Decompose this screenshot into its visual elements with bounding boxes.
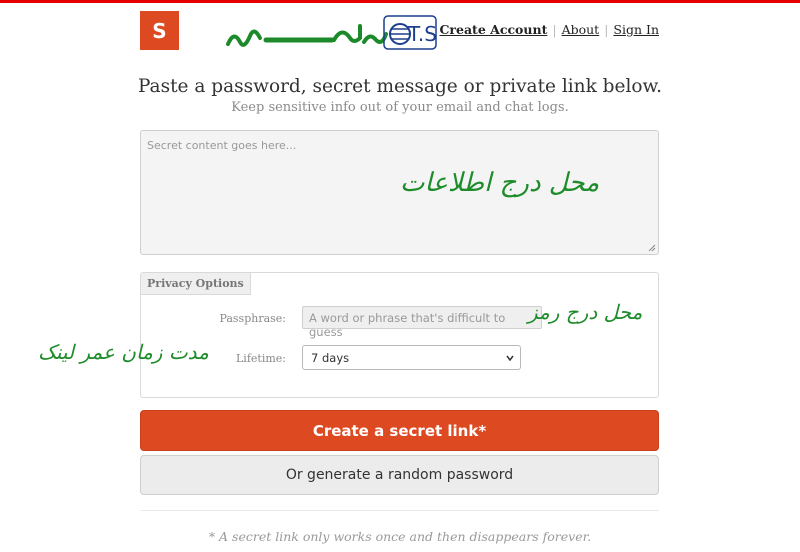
logo-letter: S xyxy=(152,18,167,43)
brand-watermark: T.S xyxy=(222,14,440,54)
resize-handle-icon[interactable] xyxy=(648,244,656,252)
annotation-content-area: محل درج اطلاعات xyxy=(400,168,600,198)
privacy-options-title: Privacy Options xyxy=(141,273,251,295)
passphrase-input[interactable]: A word or phrase that's difficult to gue… xyxy=(302,306,542,339)
sign-in-link[interactable]: Sign In xyxy=(613,22,659,37)
footer-divider xyxy=(140,510,659,511)
nav-separator: | xyxy=(604,22,609,37)
chevron-down-icon xyxy=(506,355,514,362)
footer-note: * A secret link only works once and then… xyxy=(208,529,592,544)
create-account-link[interactable]: Create Account xyxy=(439,22,547,37)
top-accent-bar xyxy=(0,0,800,3)
page-subline: Keep sensitive info out of your email an… xyxy=(231,100,569,115)
lifetime-selected-value: 7 days xyxy=(311,351,350,365)
nav-separator: | xyxy=(552,22,557,37)
lifetime-select[interactable]: 7 days xyxy=(302,345,521,370)
generate-random-password-button[interactable]: Or generate a random password xyxy=(140,455,659,495)
passphrase-label: Passphrase: xyxy=(219,312,286,325)
brand-logo-icon: T.S xyxy=(226,15,437,50)
lifetime-label: Lifetime: xyxy=(236,352,286,365)
annotation-lifetime: مدت زمان عمر لینک xyxy=(38,340,209,364)
site-logo[interactable]: S xyxy=(140,11,179,50)
svg-text:T.S: T.S xyxy=(407,22,437,46)
secret-content-placeholder: Secret content goes here... xyxy=(147,139,297,152)
page-headline: Paste a password, secret message or priv… xyxy=(137,76,663,97)
top-nav: Create Account | About | Sign In xyxy=(439,22,659,37)
privacy-options-panel: Privacy Options xyxy=(140,272,659,398)
create-secret-link-button[interactable]: Create a secret link* xyxy=(140,410,659,451)
annotation-passphrase: محل درج رمز xyxy=(528,300,643,324)
about-link[interactable]: About xyxy=(562,22,600,37)
